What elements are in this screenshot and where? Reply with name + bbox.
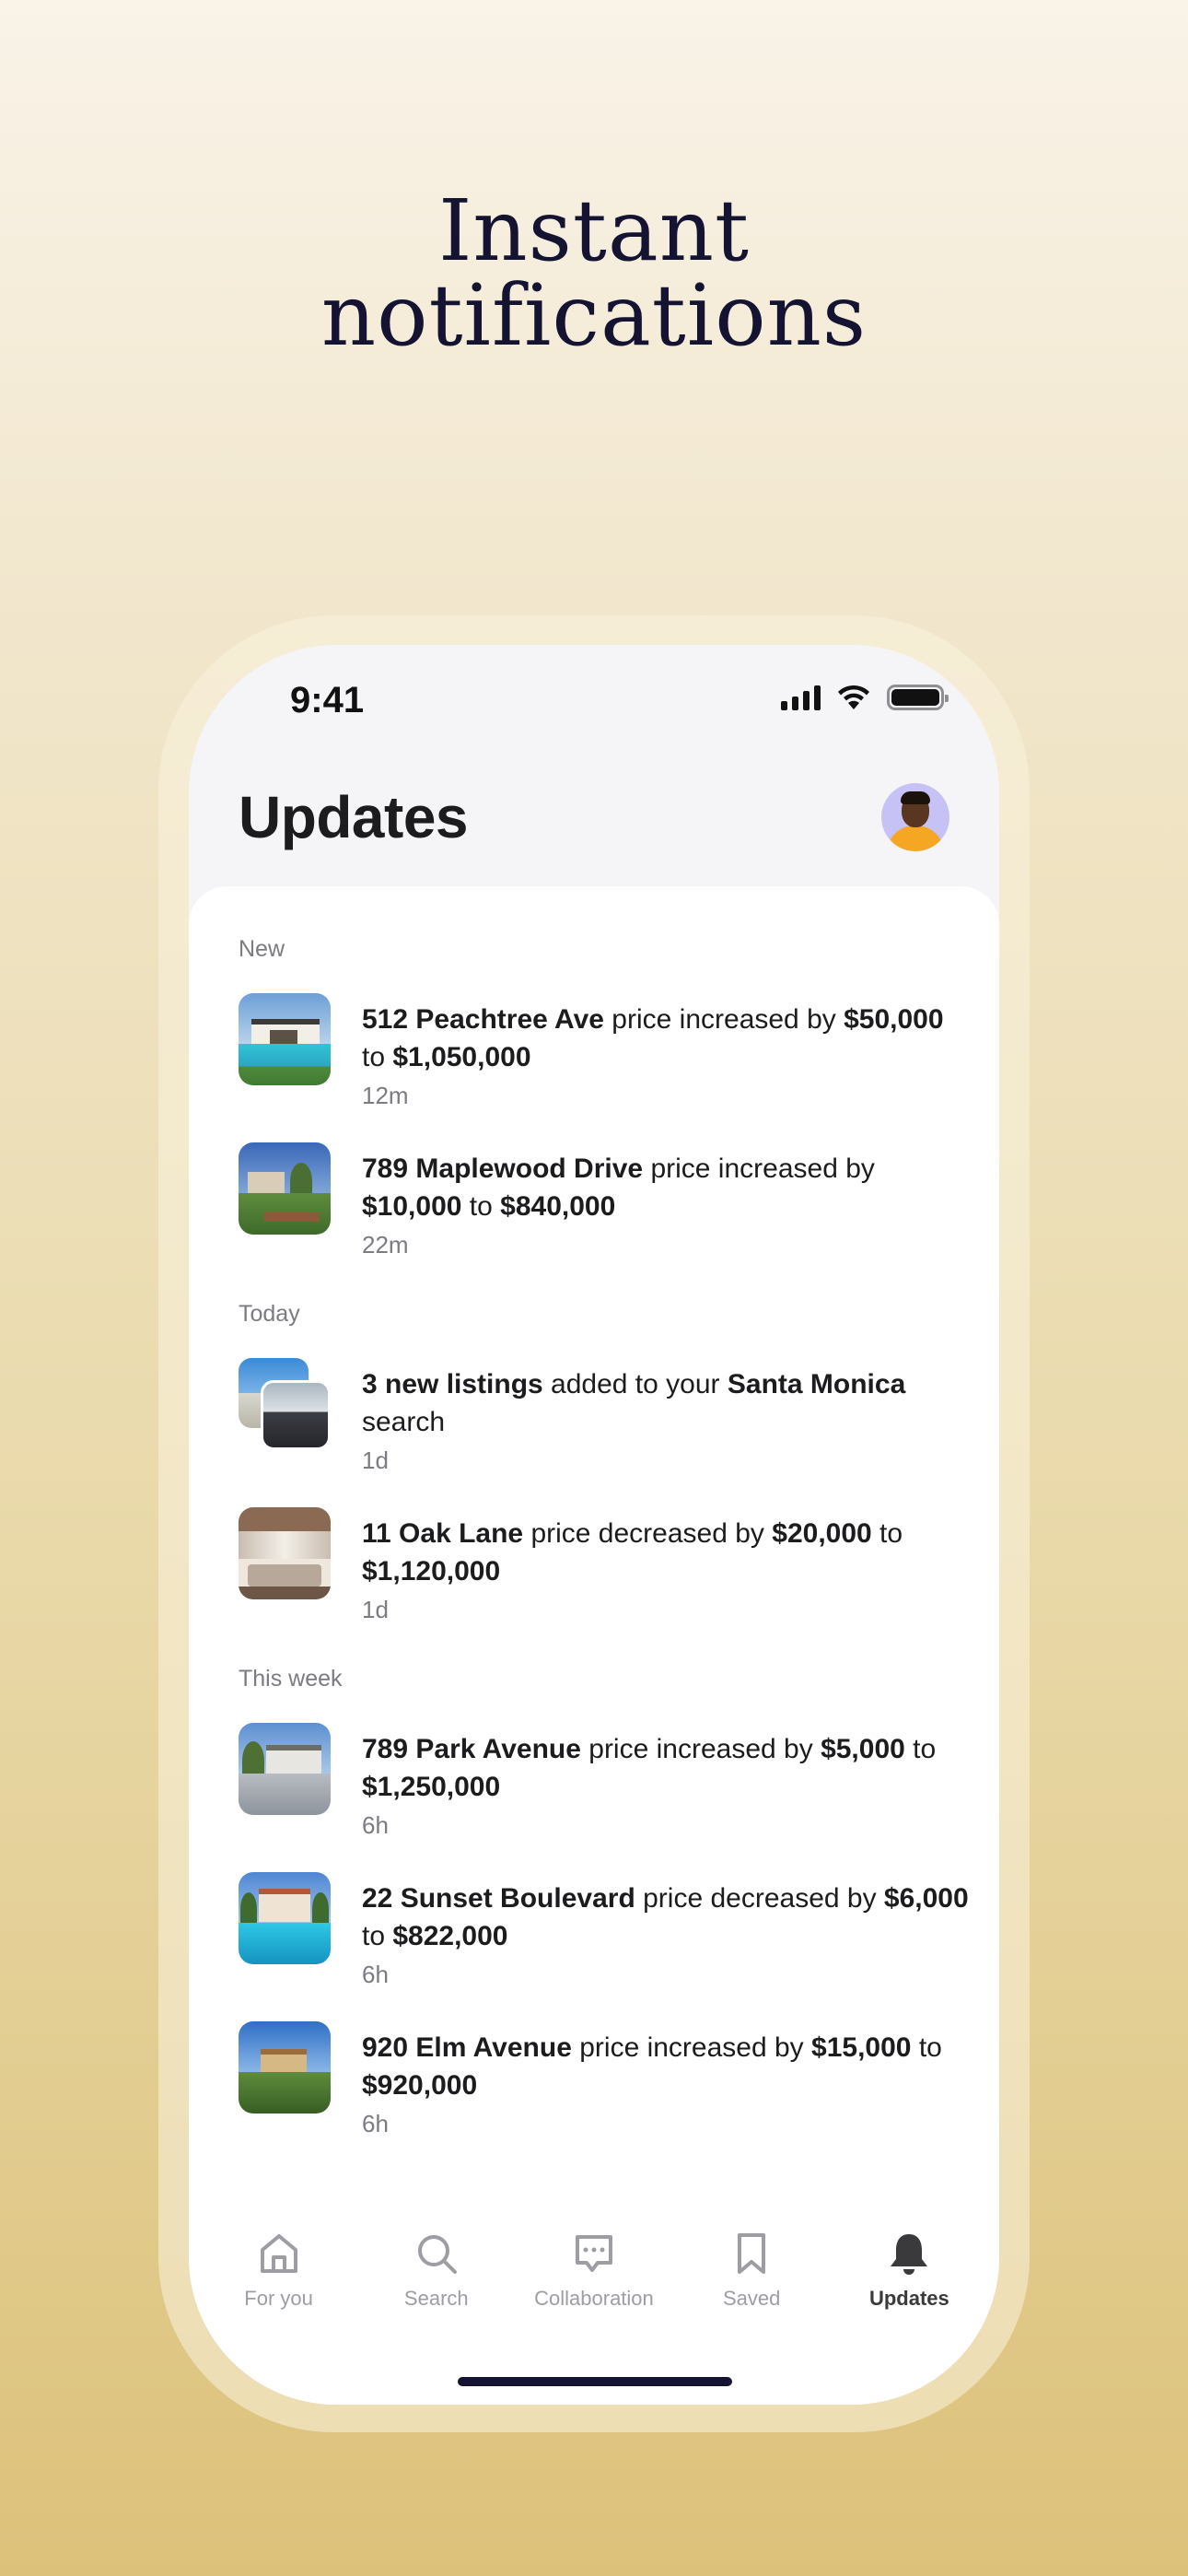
listing-thumbnail [239, 993, 331, 1085]
section-label-new: New [239, 936, 285, 962]
listing-thumbnail [239, 1723, 331, 1815]
notification-text: 789 Park Avenue price increased by $5,00… [362, 1734, 937, 1802]
tab-label: For you [244, 2287, 313, 2310]
notification-item[interactable]: 789 Park Avenue price increased by $5,00… [239, 1723, 966, 1852]
tab-updates[interactable]: Updates [832, 2230, 986, 2340]
tab-saved[interactable]: Saved [674, 2230, 829, 2340]
headline-line-1: Instant [438, 181, 750, 280]
headline: Instant notifications [0, 189, 1188, 358]
notification-item[interactable]: 22 Sunset Boulevard price decreased by $… [239, 1872, 969, 2001]
listing-thumbnail [239, 1872, 331, 1964]
notification-item[interactable]: 512 Peachtree Ave price increased by $50… [239, 993, 966, 1122]
notification-time: 6h [362, 1811, 389, 1839]
avatar[interactable] [881, 783, 949, 851]
section-label-this-week: This week [239, 1666, 343, 1692]
bell-icon [891, 2234, 928, 2275]
tab-search[interactable]: Search [359, 2230, 514, 2340]
bookmark-icon [738, 2233, 766, 2274]
notification-item[interactable]: 920 Elm Avenue price increased by $15,00… [239, 2021, 966, 2150]
tab-for-you[interactable]: For you [202, 2230, 356, 2340]
notification-text: 789 Maplewood Drive price increased by $… [362, 1153, 875, 1222]
phone-screen: 9:41 Updates New 512 Peachtree Ave price… [189, 645, 999, 2405]
multiple-listings-thumbnail [239, 1358, 331, 1450]
listing-thumbnail [239, 2021, 331, 2113]
tab-label: Collaboration [534, 2287, 654, 2310]
notification-text: 22 Sunset Boulevard price decreased by $… [362, 1883, 969, 1951]
listing-thumbnail [239, 1142, 331, 1235]
status-bar: 9:41 [189, 645, 999, 755]
chat-bubble-icon [575, 2235, 612, 2272]
cellular-signal-icon [781, 685, 821, 710]
notification-text: 3 new listings added to your Santa Monic… [362, 1369, 906, 1437]
status-icons [781, 684, 949, 711]
tab-label: Updates [868, 2287, 949, 2310]
notification-time: 6h [362, 1961, 389, 1988]
notification-item[interactable]: 11 Oak Lane price decreased by $20,000 t… [239, 1507, 966, 1636]
notification-item[interactable]: 3 new listings added to your Santa Monic… [239, 1358, 966, 1487]
notification-time: 1d [362, 1446, 389, 1474]
notifications-list: New 512 Peachtree Ave price increased by… [189, 886, 999, 2405]
tab-label: Saved [722, 2287, 781, 2310]
notification-text: 920 Elm Avenue price increased by $15,00… [362, 2032, 942, 2101]
notification-text: 11 Oak Lane price decreased by $20,000 t… [362, 1518, 903, 1587]
notification-item[interactable]: 789 Maplewood Drive price increased by $… [239, 1142, 966, 1271]
notification-text: 512 Peachtree Ave price increased by $50… [362, 1004, 944, 1072]
search-icon [417, 2235, 457, 2274]
battery-icon [887, 685, 949, 710]
wifi-icon [838, 685, 869, 709]
notification-time: 6h [362, 2110, 389, 2137]
notification-time: 22m [362, 1231, 409, 1259]
page-title: Updates [239, 784, 469, 850]
notification-time: 1d [362, 1596, 389, 1623]
home-indicator [458, 2377, 732, 2386]
status-time: 9:41 [290, 680, 365, 720]
section-label-today: Today [239, 1301, 300, 1327]
home-icon [260, 2234, 297, 2273]
tab-collaboration[interactable]: Collaboration [517, 2230, 671, 2340]
tab-bar: For you Search Collaboration Saved Updat… [189, 2230, 999, 2340]
listing-thumbnail [239, 1507, 331, 1599]
notification-time: 12m [362, 1082, 409, 1109]
headline-line-2: notifications [320, 266, 868, 365]
tab-label: Search [403, 2287, 469, 2310]
